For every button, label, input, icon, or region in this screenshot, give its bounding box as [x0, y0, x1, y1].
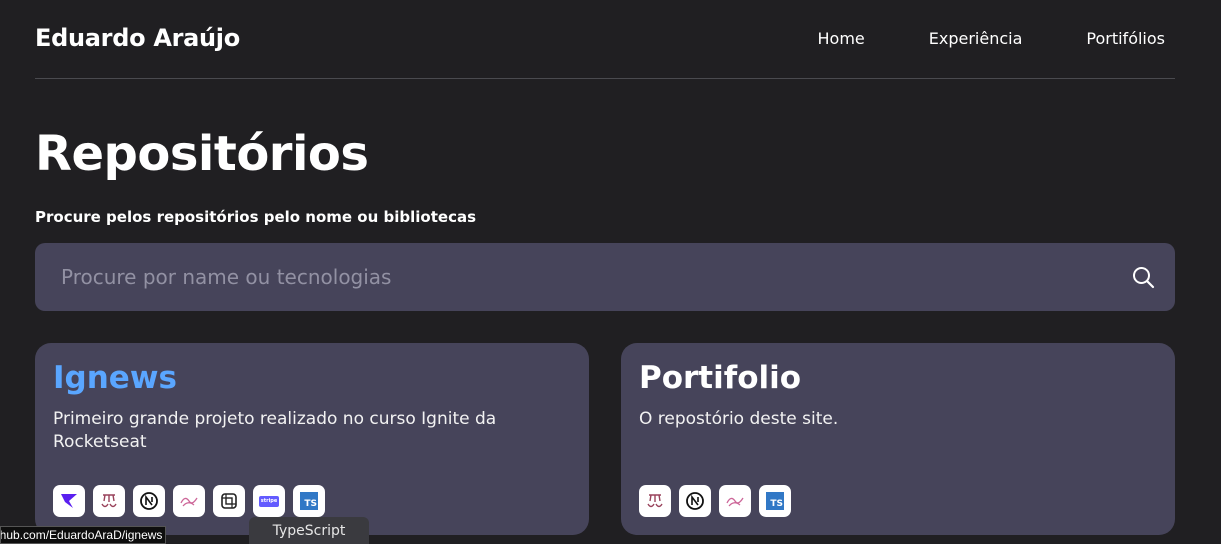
jest-icon[interactable] [639, 485, 671, 517]
sass-icon[interactable] [173, 485, 205, 517]
nextjs-icon[interactable] [679, 485, 711, 517]
repo-card-portifolio[interactable]: Portifolio O repostório deste site. TS [621, 343, 1175, 535]
link-status-bar: github.com/EduardoAraD/ignews [0, 526, 166, 544]
nav-experiencia[interactable]: Experiência [929, 29, 1023, 48]
repo-card-ignews[interactable]: Ignews Primeiro grande projeto realizado… [35, 343, 589, 535]
main-nav: Home Experiência Portifólios [818, 29, 1166, 48]
prismic-icon[interactable] [53, 485, 85, 517]
nav-portifolios[interactable]: Portifólios [1086, 29, 1165, 48]
ts-logo: TS [766, 492, 784, 510]
search-box [35, 243, 1175, 311]
stripe-icon[interactable]: stripe [253, 485, 285, 517]
page-subtitle: Procure pelos repositórios pelo nome ou … [35, 208, 477, 226]
typescript-icon[interactable]: TS [759, 485, 791, 517]
page-title: Repositórios [35, 126, 369, 182]
ts-logo: TS [300, 492, 318, 510]
nav-home[interactable]: Home [818, 29, 865, 48]
faunadb-icon[interactable] [213, 485, 245, 517]
typescript-icon[interactable]: TS [293, 485, 325, 517]
brand-name[interactable]: Eduardo Araújo [35, 24, 240, 52]
site-header: Eduardo Araújo Home Experiência Portifól… [35, 0, 1175, 79]
tech-list: stripe TS [53, 485, 325, 517]
repo-description: O repostório deste site. [639, 409, 839, 429]
repo-description: Primeiro grande projeto realizado no cur… [53, 409, 497, 452]
tech-tooltip: TypeScript [249, 517, 369, 544]
sass-icon[interactable] [719, 485, 751, 517]
search-icon[interactable] [1131, 265, 1155, 289]
stripe-logo: stripe [259, 495, 279, 507]
tech-list: TS [639, 485, 791, 517]
nextjs-icon[interactable] [133, 485, 165, 517]
repo-title[interactable]: Portifolio [639, 360, 801, 396]
search-input[interactable] [61, 243, 1111, 311]
jest-icon[interactable] [93, 485, 125, 517]
repo-title[interactable]: Ignews [53, 360, 177, 396]
